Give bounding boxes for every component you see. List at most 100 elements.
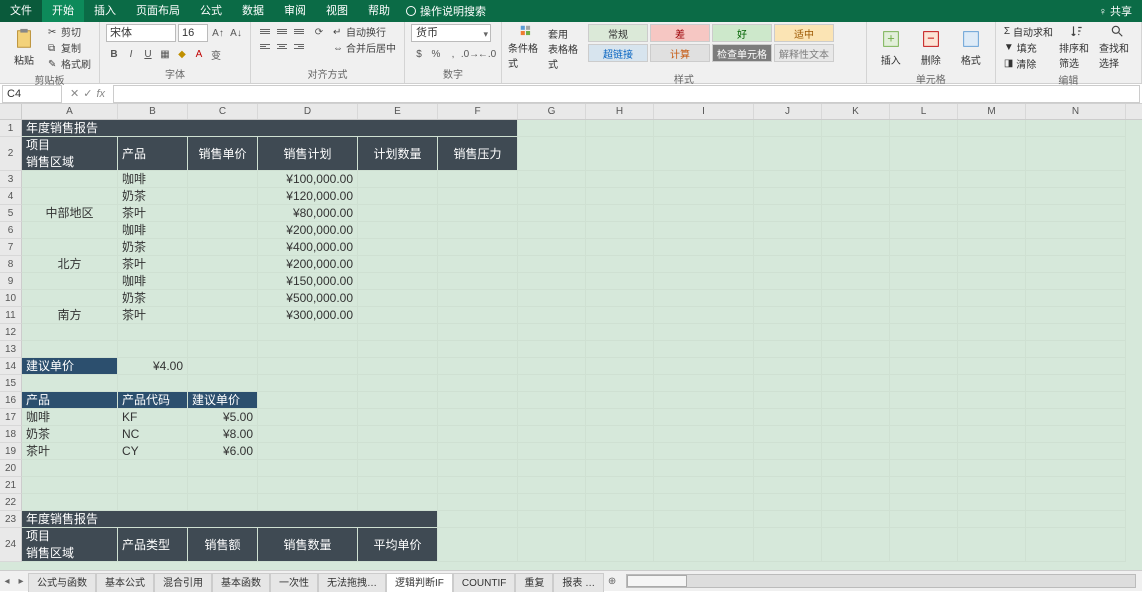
cell[interactable] (1026, 528, 1126, 562)
cell[interactable] (358, 307, 438, 324)
cell[interactable] (654, 273, 754, 290)
column-header[interactable]: N (1026, 104, 1126, 119)
column-header[interactable]: H (586, 104, 654, 119)
cell[interactable]: ¥6.00 (188, 443, 258, 460)
cell[interactable] (586, 460, 654, 477)
cell[interactable] (822, 273, 890, 290)
align-top-button[interactable] (257, 24, 273, 38)
cell[interactable] (358, 477, 438, 494)
cell[interactable] (438, 409, 518, 426)
cell[interactable] (654, 120, 754, 137)
cell[interactable] (586, 443, 654, 460)
decrease-decimal-button[interactable]: ←.0 (479, 46, 495, 62)
cell[interactable] (438, 494, 518, 511)
fill-color-button[interactable]: ◆ (174, 46, 190, 62)
cell[interactable] (258, 443, 358, 460)
cell-style-option[interactable]: 常规 (588, 24, 648, 42)
cell[interactable] (1026, 188, 1126, 205)
cell[interactable] (822, 290, 890, 307)
cell[interactable] (1026, 120, 1126, 137)
italic-button[interactable]: I (123, 46, 139, 62)
cell[interactable] (438, 443, 518, 460)
cell[interactable] (518, 307, 586, 324)
cell[interactable] (518, 188, 586, 205)
cell-style-option[interactable]: 检查单元格 (712, 44, 772, 62)
tab-layout[interactable]: 页面布局 (126, 0, 190, 22)
cell[interactable] (1026, 324, 1126, 341)
cell[interactable]: 建议单价 (22, 358, 118, 375)
cell[interactable]: 南方 (22, 307, 118, 324)
cell[interactable] (438, 375, 518, 392)
cell[interactable] (518, 375, 586, 392)
row-header[interactable]: 19 (0, 443, 22, 460)
cell[interactable] (22, 239, 118, 256)
cell[interactable] (586, 171, 654, 188)
cell[interactable] (1026, 290, 1126, 307)
cell[interactable] (654, 239, 754, 256)
sheet-tab[interactable]: 一次性 (270, 573, 318, 592)
cell[interactable] (958, 171, 1026, 188)
cell[interactable] (22, 375, 118, 392)
cell[interactable] (358, 188, 438, 205)
cell[interactable] (754, 324, 822, 341)
tab-file[interactable]: 文件 (0, 0, 42, 22)
format-cells-button[interactable]: 格式 (953, 24, 989, 70)
cell[interactable] (258, 477, 358, 494)
cell-styles-gallery[interactable]: 常规差好适中超链接计算检查单元格解释性文本 (588, 24, 834, 62)
wrap-text-button[interactable]: ↵自动换行 (331, 24, 398, 39)
cell[interactable] (754, 307, 822, 324)
sheet-nav-prev[interactable]: ▸ (14, 576, 28, 587)
cell[interactable] (654, 443, 754, 460)
cell[interactable] (518, 511, 586, 528)
orientation-button[interactable]: ⟳ (311, 24, 327, 40)
cell[interactable] (518, 290, 586, 307)
cell[interactable]: 销售数量 (258, 528, 358, 562)
cell[interactable] (890, 171, 958, 188)
cell[interactable] (438, 426, 518, 443)
tab-formulas[interactable]: 公式 (190, 0, 232, 22)
cell[interactable] (118, 341, 188, 358)
cell[interactable] (438, 477, 518, 494)
cell[interactable] (1026, 171, 1126, 188)
cell[interactable]: 年度销售报告 (22, 511, 438, 528)
cell[interactable] (258, 460, 358, 477)
cell-style-option[interactable]: 解释性文本 (774, 44, 834, 62)
cell[interactable] (118, 477, 188, 494)
cell[interactable] (1026, 409, 1126, 426)
copy-button[interactable]: ⧉复制 (46, 40, 93, 55)
sheet-tab[interactable]: 公式与函数 (28, 573, 96, 592)
tab-insert[interactable]: 插入 (84, 0, 126, 22)
cell[interactable]: CY (118, 443, 188, 460)
cell[interactable] (754, 222, 822, 239)
cell[interactable] (438, 256, 518, 273)
cell[interactable] (958, 205, 1026, 222)
row-header[interactable]: 7 (0, 239, 22, 256)
cell[interactable] (188, 375, 258, 392)
cell[interactable] (890, 409, 958, 426)
paste-button[interactable]: 粘贴 (6, 24, 42, 70)
cell[interactable] (586, 409, 654, 426)
column-header[interactable]: K (822, 104, 890, 119)
cell[interactable] (258, 392, 358, 409)
bold-button[interactable]: B (106, 46, 122, 62)
cell[interactable] (890, 460, 958, 477)
cell[interactable] (438, 324, 518, 341)
row-header[interactable]: 13 (0, 341, 22, 358)
cell[interactable] (586, 290, 654, 307)
cell[interactable] (822, 409, 890, 426)
cell[interactable] (586, 256, 654, 273)
cell[interactable] (1026, 222, 1126, 239)
border-button[interactable]: ▦ (157, 46, 173, 62)
cell[interactable] (586, 528, 654, 562)
cell[interactable] (358, 409, 438, 426)
font-size-combo[interactable]: 16 (178, 24, 208, 42)
cell[interactable] (754, 137, 822, 171)
cell[interactable] (958, 256, 1026, 273)
sheet-tab[interactable]: 混合引用 (154, 573, 212, 592)
cell[interactable] (958, 528, 1026, 562)
cell-style-option[interactable]: 适中 (774, 24, 834, 42)
cell[interactable] (1026, 443, 1126, 460)
cell[interactable] (586, 188, 654, 205)
row-header[interactable]: 24 (0, 528, 22, 562)
cell[interactable] (586, 358, 654, 375)
